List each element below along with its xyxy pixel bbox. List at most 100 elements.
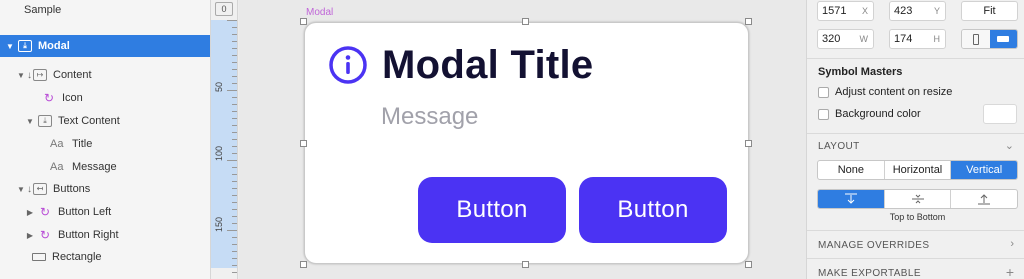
page-name[interactable]: Sample — [24, 4, 61, 16]
ruler-tick — [232, 216, 237, 217]
ruler-label-50: 50 — [214, 81, 224, 92]
symbol-instance-icon: ↻ — [43, 91, 55, 105]
checkbox-label: Background color — [835, 108, 921, 120]
resize-handle-bottom[interactable] — [522, 261, 529, 268]
adjust-content-checkbox[interactable]: Adjust content on resize — [818, 85, 952, 99]
resize-handle-top-left[interactable] — [300, 18, 307, 25]
app-window: Sample ▼ ⤓ Modal ▼ ↓ ↦ Content ↻ Icon ▼ … — [0, 0, 1024, 279]
ruler-tick — [227, 160, 237, 161]
disclosure-triangle-right-icon[interactable]: ▶ — [26, 208, 34, 217]
height-field[interactable]: 174 H — [889, 29, 946, 49]
x-field[interactable]: 1571 X — [817, 1, 874, 21]
chevron-down-icon[interactable]: ⌄ — [1005, 139, 1014, 152]
disclosure-triangle-right-icon[interactable]: ▶ — [26, 231, 34, 240]
layer-buttons[interactable]: ▼ ↓ ↤ Buttons — [0, 178, 210, 200]
disclosure-triangle-icon[interactable]: ▼ — [26, 117, 34, 126]
ruler-tick — [232, 258, 237, 259]
symbol-instance-icon: ↻ — [39, 205, 51, 219]
modal-artboard[interactable]: Modal Title Message Button Button — [304, 22, 749, 264]
resize-handle-bottom-left[interactable] — [300, 261, 307, 268]
checkbox-label: Adjust content on resize — [835, 86, 953, 98]
layer-button-right[interactable]: ▶ ↻ Button Right — [0, 224, 210, 246]
layer-label: Text Content — [58, 115, 120, 127]
ruler-tick — [232, 251, 237, 252]
ruler-tick — [232, 41, 237, 42]
layout-horizontal-option[interactable]: Horizontal — [885, 161, 952, 179]
ruler-zero-marker: 0 — [215, 2, 233, 16]
checkbox-box[interactable] — [818, 86, 829, 98]
ruler-tick — [232, 272, 237, 273]
layout-none-option[interactable]: None — [818, 161, 885, 179]
layer-button-left[interactable]: ▶ ↻ Button Left — [0, 201, 210, 223]
layer-label: Title — [72, 138, 93, 150]
disclosure-triangle-icon[interactable]: ▼ — [17, 185, 25, 194]
make-exportable-heading[interactable]: MAKE EXPORTABLE — [818, 268, 921, 279]
ruler-label-150: 150 — [214, 216, 224, 232]
resize-handle-top-right[interactable] — [745, 18, 752, 25]
x-suffix: X — [861, 6, 868, 16]
divider — [807, 258, 1024, 259]
resize-handle-left[interactable] — [300, 140, 307, 147]
button-left[interactable]: Button — [418, 177, 566, 243]
disclosure-triangle-icon[interactable]: ▼ — [17, 71, 25, 80]
artboard-label[interactable]: Modal — [306, 7, 333, 18]
layout-type-segmented[interactable]: None Horizontal Vertical — [817, 160, 1018, 180]
layer-label: Buttons — [53, 183, 91, 195]
layer-title[interactable]: Aa Title — [0, 133, 210, 155]
disclosure-triangle-icon[interactable]: ▼ — [6, 42, 14, 51]
layer-rectangle[interactable]: Rectangle — [0, 246, 210, 268]
landscape-icon[interactable] — [989, 30, 1017, 48]
plus-icon[interactable]: + — [1006, 264, 1014, 279]
portrait-icon[interactable] — [962, 30, 990, 48]
layer-label: Content — [53, 69, 92, 81]
divider — [807, 58, 1024, 59]
canvas[interactable]: Modal Modal Title Message Button Button — [239, 0, 806, 279]
inspector-panel: 1571 X 423 Y Fit 320 W 174 H Symbol Mast… — [806, 0, 1024, 279]
ruler-tick — [232, 181, 237, 182]
checkbox-box[interactable] — [818, 108, 829, 120]
group-horizontal-icon: ↤ — [33, 183, 47, 195]
width-field[interactable]: 320 W — [817, 29, 874, 49]
ruler-tick — [227, 20, 237, 21]
resize-handle-right[interactable] — [745, 140, 752, 147]
ruler-tick — [227, 90, 237, 91]
resize-handle-top[interactable] — [522, 18, 529, 25]
ruler-tick — [232, 104, 237, 105]
chevron-right-icon[interactable]: › — [1010, 238, 1014, 250]
group-horizontal-icon: ↦ — [33, 69, 47, 81]
layer-modal[interactable]: ▼ ⤓ Modal — [0, 35, 210, 57]
ruler-tick — [232, 153, 237, 154]
background-color-checkbox[interactable]: Background color — [818, 107, 921, 121]
y-field[interactable]: 423 Y — [889, 1, 946, 21]
symbol-masters-heading: Symbol Masters — [818, 66, 903, 78]
background-color-well[interactable] — [983, 104, 1017, 124]
ruler-tick — [232, 27, 237, 28]
ruler-tick — [232, 139, 237, 140]
symbol-instance-icon: ↻ — [39, 228, 51, 242]
layer-label: Rectangle — [52, 251, 102, 263]
divider — [807, 133, 1024, 134]
resize-handle-bottom-right[interactable] — [745, 261, 752, 268]
button-right[interactable]: Button — [579, 177, 727, 243]
ruler-tick — [232, 69, 237, 70]
layer-text-content[interactable]: ▼ ⤓ Text Content — [0, 110, 210, 132]
layout-vertical-option[interactable]: Vertical — [951, 161, 1017, 179]
ruler-tick — [232, 237, 237, 238]
layout-direction-segmented[interactable] — [817, 189, 1018, 209]
orientation-toggle[interactable] — [961, 29, 1018, 49]
modal-title: Modal Title — [382, 43, 594, 87]
ruler-tick — [232, 125, 237, 126]
fit-button[interactable]: Fit — [961, 1, 1018, 21]
width-value: 320 — [822, 33, 841, 45]
text-layer-icon: Aa — [50, 138, 64, 150]
align-bottom-icon[interactable] — [951, 190, 1017, 208]
layer-icon[interactable]: ↻ Icon — [0, 87, 210, 109]
layer-message[interactable]: Aa Message — [0, 156, 210, 178]
layer-label: Icon — [62, 92, 83, 104]
manage-overrides-heading[interactable]: MANAGE OVERRIDES — [818, 240, 929, 251]
stack-down-icon: ↓ — [27, 69, 32, 81]
vertical-ruler[interactable]: 0 50 100 150 — [211, 0, 238, 279]
align-middle-icon[interactable] — [885, 190, 952, 208]
align-top-icon[interactable] — [818, 190, 885, 208]
layer-content[interactable]: ▼ ↓ ↦ Content — [0, 64, 210, 86]
